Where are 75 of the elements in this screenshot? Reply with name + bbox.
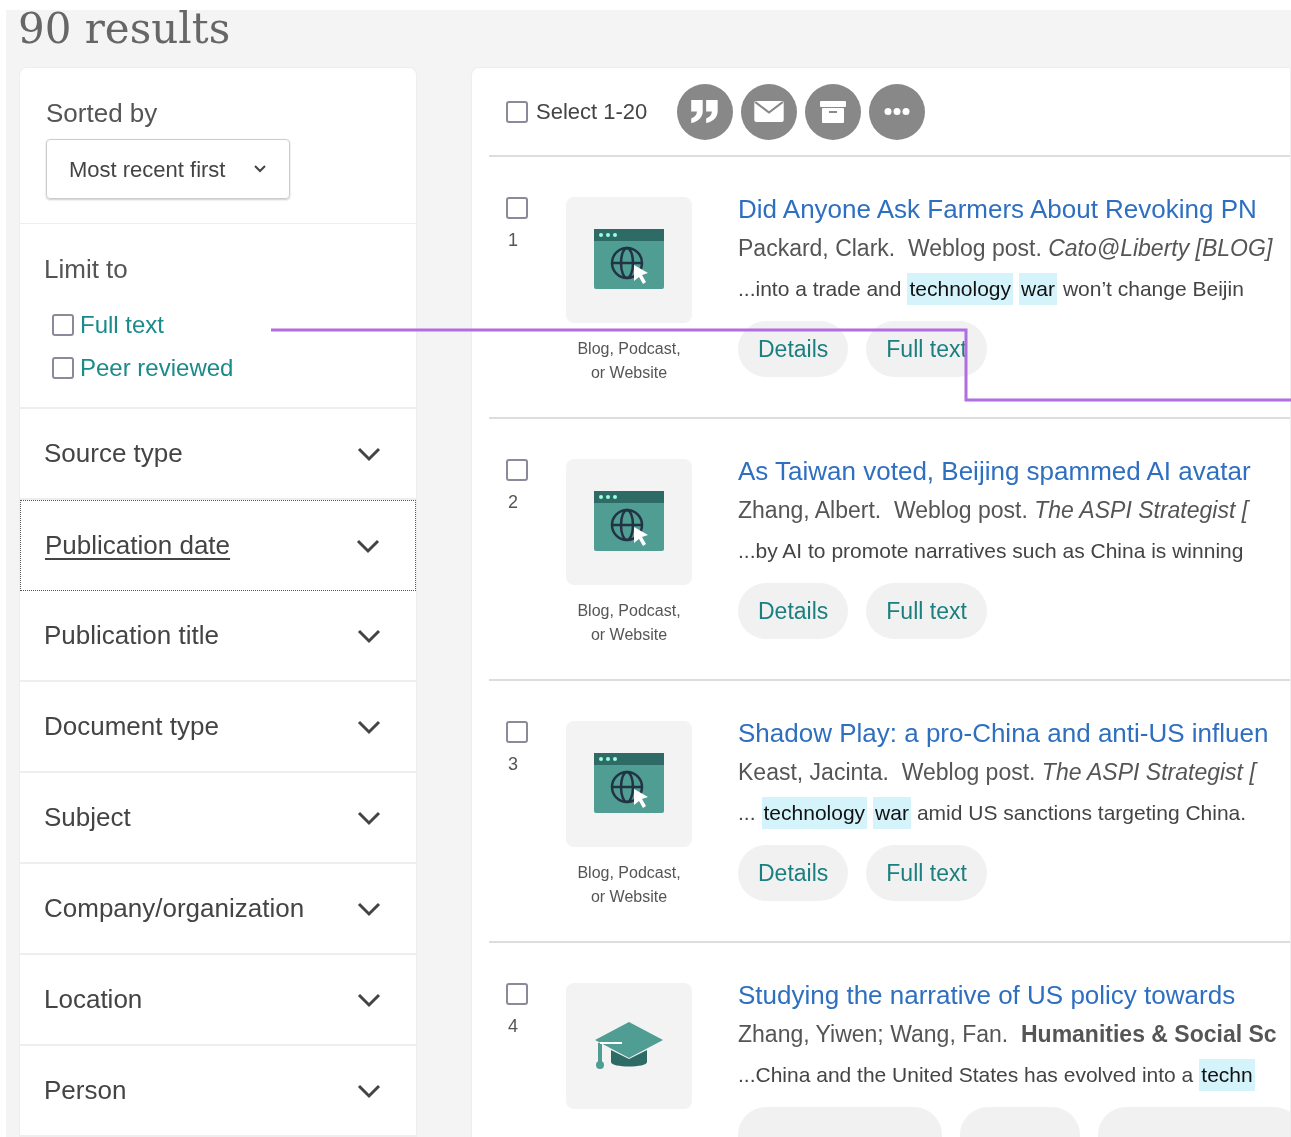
chevron-down-icon: [356, 991, 382, 1008]
facet-row[interactable]: Company/organization: [20, 864, 416, 955]
result-title-link[interactable]: Studying the narrative of US policy towards: [738, 979, 1290, 1011]
details-button[interactable]: Details: [738, 845, 849, 901]
checkbox[interactable]: [506, 100, 528, 123]
facet-label: Person: [44, 1074, 127, 1107]
facet-label: Location: [44, 983, 143, 1016]
chevron-down-icon: [356, 900, 382, 917]
result-title-link[interactable]: As Taiwan voted, Beijing spammed AI avatar: [738, 455, 1290, 487]
result-citation: Zhang, Albert. Weblog post. The ASPI Strategist [: [738, 496, 1251, 525]
checkbox[interactable]: [506, 983, 528, 1005]
highlighted-term: technology: [907, 273, 1014, 305]
filter-option[interactable]: Peer reviewed: [80, 349, 234, 386]
result-number: 2: [507, 491, 519, 514]
facet-label: Source type: [44, 437, 183, 470]
select-label: Select 1-20: [536, 98, 648, 126]
chevron-down-icon: [356, 1082, 382, 1099]
facet-row[interactable]: Document type: [20, 682, 416, 773]
chevron-down-icon: [356, 627, 382, 644]
highlighted-term: war: [873, 797, 911, 829]
result-citation: Packard, Clark. Weblog post. Cato@Liberty [BLOG]: [738, 234, 1274, 263]
limit-heading: Limit to: [44, 253, 129, 286]
sort-label: Sorted by: [46, 97, 159, 130]
snippet-text: won’t change Beijin: [1062, 276, 1244, 302]
snippet-text: ...: [738, 800, 756, 826]
chevron-down-icon: [355, 537, 381, 554]
result-number: 4: [507, 1015, 519, 1038]
facet-row[interactable]: Subject: [20, 773, 416, 864]
filter-option[interactable]: Full text: [80, 306, 165, 343]
source-type-label: Blog, Podcast, or Website: [576, 339, 682, 383]
facet-row[interactable]: Person: [20, 1046, 416, 1137]
snippet-text: ...by AI to promote narratives such as China is winning: [738, 538, 1244, 564]
facet-row[interactable]: Location: [20, 955, 416, 1046]
facet-row[interactable]: Publication date: [20, 500, 416, 591]
highlighted-term: technology: [761, 797, 868, 829]
full-text-button[interactable]: Full text: [866, 583, 987, 639]
results-heading: 90 results: [18, 10, 231, 54]
chevron-down-icon: [356, 445, 382, 462]
quote-icon: [691, 100, 720, 123]
snippet-text: amid US sanctions targeting China.: [916, 800, 1247, 826]
checkbox[interactable]: [506, 459, 528, 481]
result-number: 1: [507, 229, 519, 252]
chevron-down-icon: [253, 164, 268, 174]
full-text-button[interactable]: Full text: [866, 845, 987, 901]
result-title-link[interactable]: Shadow Play: a pro-China and anti-US influen: [738, 717, 1290, 749]
source-type-label: Blog, Podcast, or Website: [576, 863, 682, 907]
archive-icon: [820, 100, 847, 123]
checkbox[interactable]: [506, 197, 528, 219]
result-citation: Zhang, Yiwen; Wang, Fan. Humanities & Social Sc: [738, 1020, 1278, 1049]
checkbox[interactable]: [52, 356, 74, 379]
checkbox[interactable]: [506, 721, 528, 743]
chevron-down-icon: [356, 718, 382, 735]
highlighted-term: war: [1019, 273, 1057, 305]
full-text-button[interactable]: Full text: [866, 321, 987, 377]
snippet-text: ...China and the United States has evolved into a: [738, 1062, 1194, 1088]
facet-row[interactable]: Source type: [20, 409, 416, 500]
facet-label: Subject: [44, 801, 131, 834]
sort-dropdown[interactable]: Most recent first: [46, 139, 291, 199]
facet-row[interactable]: Publication title: [20, 591, 416, 682]
source-type-label: Blog, Podcast, or Website: [576, 601, 682, 645]
facet-label: Document type: [44, 710, 219, 743]
facet-label: Company/organization: [44, 892, 305, 925]
details-button[interactable]: Details: [738, 583, 849, 639]
email-icon: [754, 101, 785, 122]
facet-label: Publication title: [44, 619, 219, 652]
details-button[interactable]: Details: [738, 321, 849, 377]
chevron-down-icon: [356, 809, 382, 826]
snippet-text: ...into a trade and: [738, 276, 902, 302]
checkbox[interactable]: [52, 313, 74, 336]
highlighted-term: techn: [1199, 1059, 1255, 1091]
result-number: 3: [507, 753, 519, 776]
result-citation: Keast, Jacinta. Weblog post. The ASPI Strategist [: [738, 758, 1259, 787]
more-icon: [884, 108, 911, 115]
facet-label: Publication date: [45, 529, 231, 562]
result-title-link[interactable]: Did Anyone Ask Farmers About Revoking PN: [738, 193, 1290, 225]
